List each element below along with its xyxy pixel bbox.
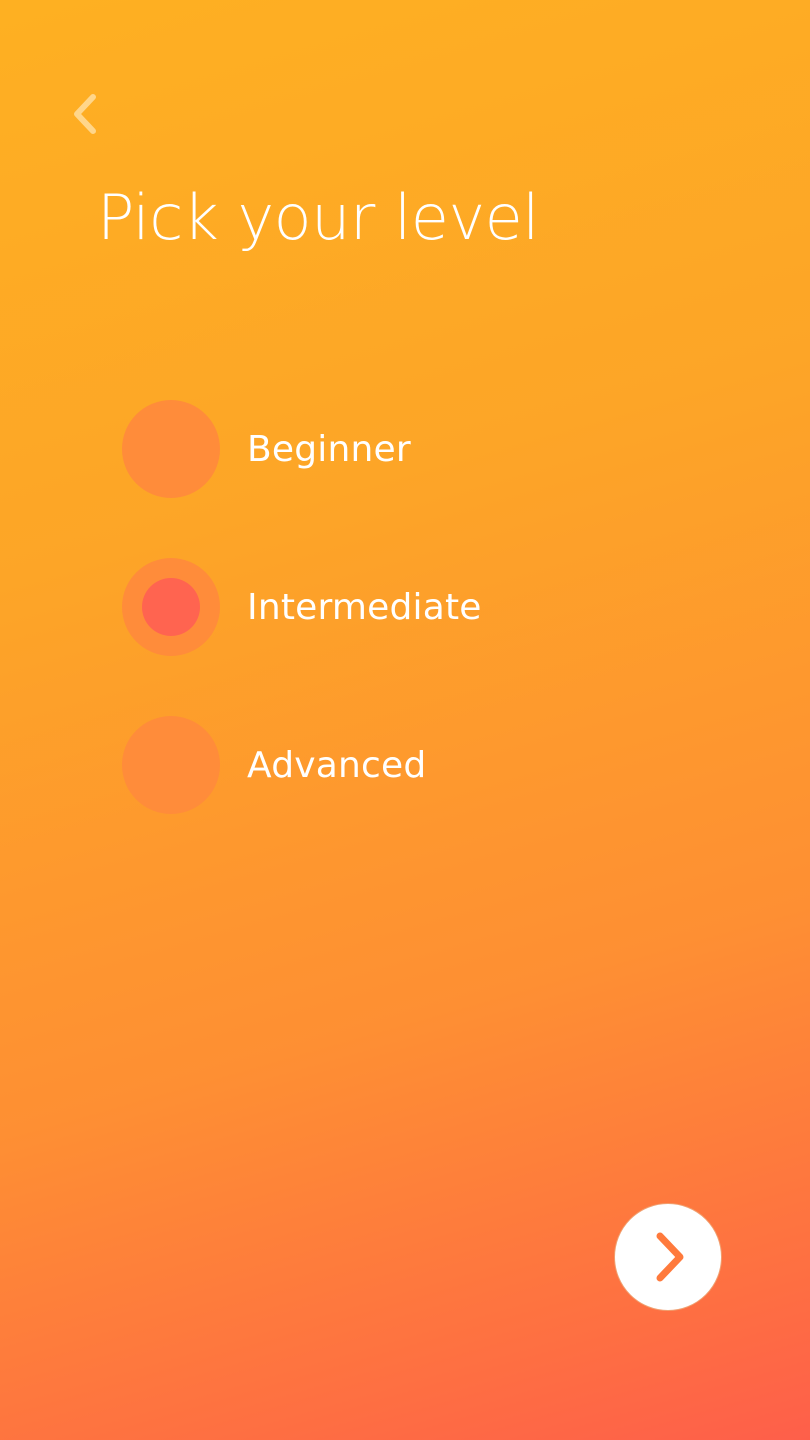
back-button[interactable] xyxy=(56,84,112,144)
level-label: Advanced xyxy=(247,744,427,786)
radio-selected-dot xyxy=(142,578,200,636)
level-label: Intermediate xyxy=(247,586,482,628)
level-label: Beginner xyxy=(247,428,411,470)
radio-button[interactable] xyxy=(122,400,220,498)
radio-button-selected[interactable] xyxy=(122,558,220,656)
level-picker-screen: Pick your level Beginner Intermediate Ad… xyxy=(0,0,810,1440)
page-title: Pick your level xyxy=(97,181,540,254)
chevron-left-icon xyxy=(74,94,96,134)
level-option-beginner[interactable]: Beginner xyxy=(122,399,642,499)
chevron-right-icon xyxy=(656,1232,684,1282)
level-option-advanced[interactable]: Advanced xyxy=(122,715,642,815)
next-button[interactable] xyxy=(614,1203,722,1311)
radio-button[interactable] xyxy=(122,716,220,814)
level-option-intermediate[interactable]: Intermediate xyxy=(122,557,642,657)
